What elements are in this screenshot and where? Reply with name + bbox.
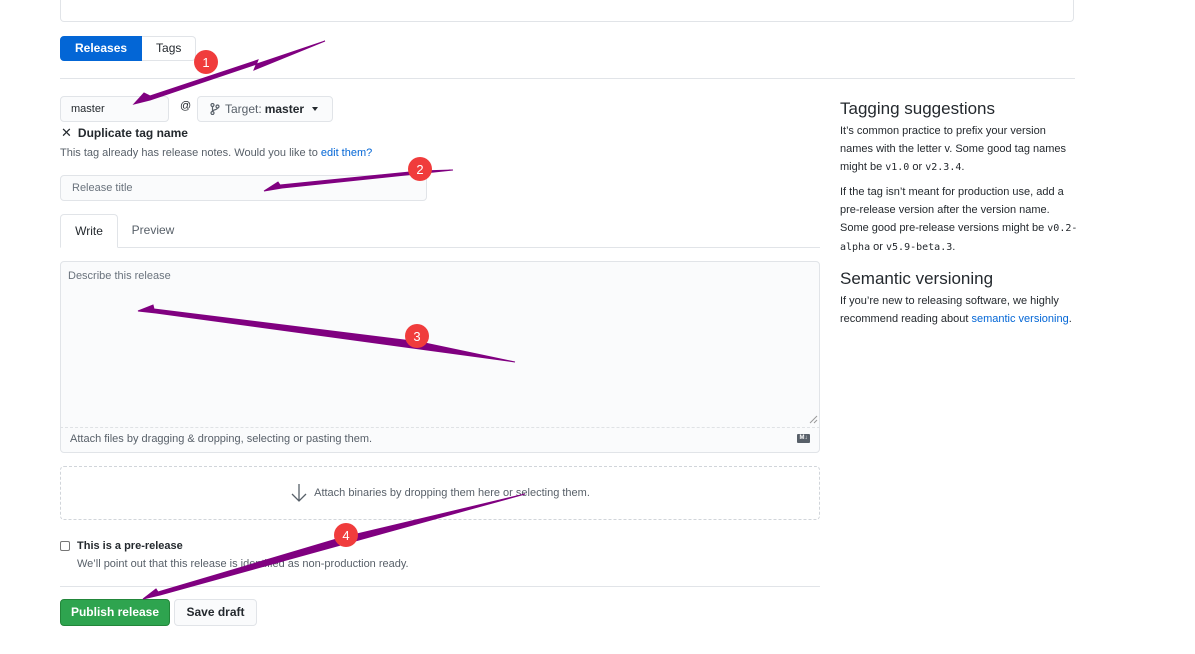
duplicate-note: This tag already has release notes. Woul… bbox=[60, 147, 372, 159]
release-title-input[interactable]: Release title bbox=[60, 175, 427, 201]
tab-write[interactable]: Write bbox=[60, 214, 118, 248]
tagging-paragraph-2: If the tag isn’t meant for production us… bbox=[840, 183, 1080, 257]
code-example: v1.0 bbox=[885, 162, 910, 173]
semver-paragraph: If you’re new to releasing software, we … bbox=[840, 292, 1080, 328]
caret-down-icon bbox=[312, 107, 319, 111]
duplicate-tag-error: ✕ Duplicate tag name bbox=[61, 125, 188, 141]
divider-bottom bbox=[60, 586, 820, 587]
tab-releases[interactable]: Releases bbox=[60, 36, 143, 61]
tagging-text: If the tag isn’t meant for production us… bbox=[840, 186, 1064, 234]
duplicate-title: Duplicate tag name bbox=[77, 126, 188, 140]
x-icon: ✕ bbox=[61, 125, 72, 140]
arrow-down-icon bbox=[291, 484, 307, 502]
semantic-versioning: Semantic versioning If you’re new to rel… bbox=[840, 268, 1080, 334]
prerelease-label[interactable]: This is a pre-release bbox=[77, 540, 183, 552]
prerelease-note: We’ll point out that this release is ide… bbox=[77, 558, 409, 570]
binaries-dropzone[interactable]: Attach binaries by dropping them here or… bbox=[60, 466, 820, 520]
tab-divider bbox=[60, 247, 820, 248]
target-branch-button[interactable]: Target: master bbox=[197, 96, 333, 122]
attach-divider bbox=[60, 427, 820, 428]
binaries-text: Attach binaries by dropping them here or… bbox=[314, 487, 590, 499]
tagging-text: . bbox=[952, 241, 956, 253]
tagging-text: or bbox=[870, 241, 887, 253]
annotation-marker-4 bbox=[334, 523, 358, 547]
duplicate-note-text: This tag already has release notes. Woul… bbox=[60, 147, 321, 159]
semver-text: . bbox=[1068, 313, 1072, 325]
tagging-text: . bbox=[961, 161, 965, 173]
divider bbox=[60, 78, 1075, 79]
tag-version-input[interactable]: master bbox=[60, 96, 169, 122]
markdown-icon: M↓ bbox=[797, 434, 810, 443]
publish-release-button[interactable]: Publish release bbox=[60, 599, 170, 626]
release-description-textarea[interactable] bbox=[60, 261, 820, 453]
resize-handle-icon[interactable] bbox=[808, 414, 818, 424]
annotation-number-4: 4 bbox=[342, 528, 349, 543]
save-draft-button[interactable]: Save draft bbox=[174, 599, 257, 626]
annotation-marker-1 bbox=[194, 50, 218, 74]
release-tabs: Releases Tags bbox=[60, 36, 197, 61]
tagging-title: Tagging suggestions bbox=[840, 99, 996, 118]
tab-preview[interactable]: Preview bbox=[118, 214, 188, 248]
tagging-suggestions: Tagging suggestions It’s common practice… bbox=[840, 98, 1080, 263]
code-example: v2.3.4 bbox=[925, 162, 962, 173]
git-branch-icon bbox=[210, 103, 220, 115]
description-placeholder: Describe this release bbox=[68, 270, 171, 282]
tab-tags[interactable]: Tags bbox=[142, 36, 197, 61]
tagging-paragraph-1: It’s common practice to prefix your vers… bbox=[840, 122, 1080, 177]
code-example: v5.9-beta.3 bbox=[886, 242, 953, 253]
annotation-number-1: 1 bbox=[202, 55, 209, 70]
prerelease-checkbox[interactable] bbox=[60, 541, 70, 551]
at-symbol: @ bbox=[180, 100, 192, 112]
target-label: Target: bbox=[225, 102, 262, 116]
attach-files-hint[interactable]: Attach files by dragging & dropping, sel… bbox=[70, 433, 372, 445]
semver-link[interactable]: semantic versioning bbox=[971, 313, 1068, 325]
edit-them-link[interactable]: edit them? bbox=[321, 147, 372, 159]
target-value: master bbox=[264, 102, 305, 116]
semver-title: Semantic versioning bbox=[840, 269, 994, 288]
top-input-box bbox=[60, 0, 1074, 22]
tagging-text: or bbox=[909, 161, 926, 173]
